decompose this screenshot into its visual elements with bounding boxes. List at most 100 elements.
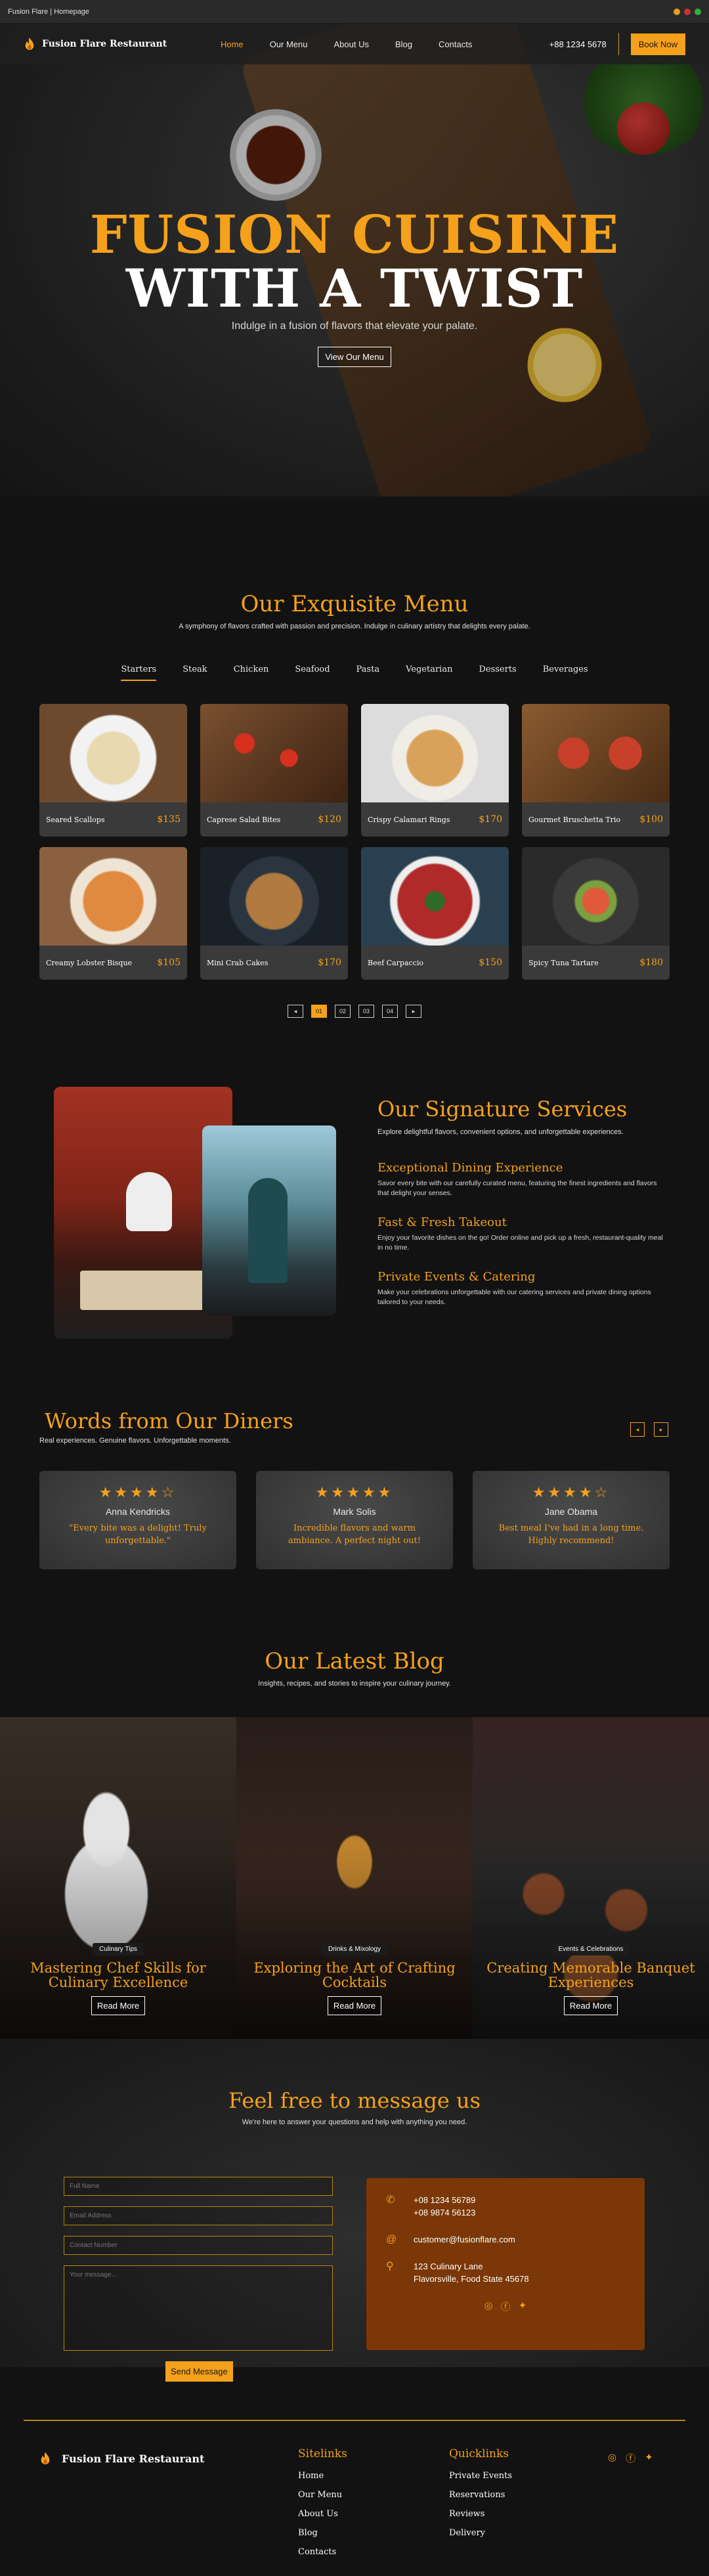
menu-section: Our Exquisite Menu A symphony of flavors…	[0, 591, 709, 1018]
brand[interactable]: Fusion Flare Restaurant	[24, 37, 207, 51]
footer-link-delivery[interactable]: Delivery	[449, 2528, 512, 2538]
email-icon: @	[386, 2234, 397, 2245]
full-name-input[interactable]: Full Name	[64, 2177, 333, 2196]
menu-card[interactable]: Crispy Calamari Rings $170	[361, 704, 509, 837]
pagination-page[interactable]: 04	[382, 1005, 398, 1018]
menu-item-price: $100	[639, 814, 663, 825]
location-pin-icon: ⚲	[386, 2261, 394, 2272]
blog-card[interactable]: Culinary Tips Mastering Chef Skills for …	[0, 1717, 236, 2039]
testimonial-arrows: ◂ ▸	[630, 1422, 668, 1437]
pagination-next-button[interactable]: ▸	[406, 1005, 421, 1018]
window-controls	[674, 8, 701, 15]
contact-phone-2[interactable]: +08 9874 56123	[414, 2206, 475, 2219]
close-button[interactable]	[684, 8, 691, 15]
tab-steak[interactable]: Steak	[183, 665, 207, 681]
tab-beverages[interactable]: Beverages	[543, 665, 588, 681]
menu-card[interactable]: Seared Scallops $135	[39, 704, 187, 837]
beef-carpaccio-image	[361, 847, 509, 946]
footer-link-private-events[interactable]: Private Events	[449, 2471, 512, 2481]
read-more-button[interactable]: Read More	[327, 1996, 382, 2015]
nav-link-about-us[interactable]: About Us	[334, 39, 369, 49]
footer-brand[interactable]: Fusion Flare Restaurant	[39, 2451, 204, 2466]
nav-link-our-menu[interactable]: Our Menu	[270, 39, 308, 49]
footer-link-blog[interactable]: Blog	[298, 2528, 347, 2538]
tab-vegetarian[interactable]: Vegetarian	[406, 665, 452, 681]
service-item: Private Events & Catering Make your cele…	[377, 1270, 666, 1307]
contact-email[interactable]: customer@fusionflare.com	[414, 2233, 515, 2246]
contact-phone-1[interactable]: +08 1234 56789	[414, 2194, 475, 2206]
menu-card[interactable]: Mini Crab Cakes $170	[200, 847, 348, 980]
nav-link-home[interactable]: Home	[221, 39, 244, 49]
tab-seafood[interactable]: Seafood	[295, 665, 330, 681]
nav-phone[interactable]: +88 1234 5678	[549, 39, 607, 49]
tuna-tartare-image	[522, 847, 670, 946]
blog-post-title[interactable]: Mastering Chef Skills for Culinary Excel…	[0, 1961, 236, 1990]
menu-card[interactable]: Beef Carpaccio $150	[361, 847, 509, 980]
book-now-button[interactable]: Book Now	[630, 33, 685, 55]
testimonial-prev-button[interactable]: ◂	[630, 1422, 645, 1437]
pagination-page[interactable]: 02	[335, 1005, 351, 1018]
menu-item-name: Creamy Lobster Bisque	[46, 958, 133, 967]
view-menu-button[interactable]: View Our Menu	[318, 347, 391, 367]
read-more-button[interactable]: Read More	[91, 1996, 146, 2015]
menu-card[interactable]: Spicy Tuna Tartare $180	[522, 847, 670, 980]
pagination-page[interactable]: 03	[358, 1005, 374, 1018]
footer-link-contacts[interactable]: Contacts	[298, 2547, 347, 2557]
message-textarea[interactable]: Your message...	[64, 2265, 333, 2351]
send-message-button[interactable]: Send Message	[165, 2361, 233, 2382]
pagination-prev-button[interactable]: ◂	[288, 1005, 303, 1018]
hero-section: FUSION CUISINE WITH A TWIST Indulge in a…	[0, 24, 709, 496]
menu-card[interactable]: Creamy Lobster Bisque $105	[39, 847, 187, 980]
rating-stars: ★★★★★	[315, 1484, 394, 1500]
waiter-serving-image	[202, 1125, 336, 1316]
twitter-icon[interactable]: ✦	[645, 2451, 653, 2465]
contact-info-box: ✆ +08 1234 56789 +08 9874 56123 @ custome…	[366, 2178, 645, 2350]
pagination-page[interactable]: 01	[311, 1005, 327, 1018]
tab-starters[interactable]: Starters	[121, 665, 157, 681]
tab-desserts[interactable]: Desserts	[479, 665, 516, 681]
footer-link-reviews[interactable]: Reviews	[449, 2509, 512, 2519]
menu-card[interactable]: Gourmet Bruschetta Trio $100	[522, 704, 670, 837]
window-title: Fusion Flare | Homepage	[8, 7, 89, 16]
services-subtitle: Explore delightful flavors, convenient o…	[377, 1128, 624, 1136]
footer-link-home[interactable]: Home	[298, 2471, 347, 2481]
quicklinks-heading: Quicklinks	[449, 2447, 509, 2460]
blog-title: Our Latest Blog	[265, 1648, 444, 1674]
blog-header: Our Latest Blog Insights, recipes, and s…	[0, 1648, 709, 1688]
testimonial-next-button[interactable]: ▸	[654, 1422, 668, 1437]
twitter-icon[interactable]: ✦	[519, 2300, 527, 2313]
footer-link-reservations[interactable]: Reservations	[449, 2490, 512, 2500]
service-title: Fast & Fresh Takeout	[377, 1215, 507, 1229]
blog-card[interactable]: Events & Celebrations Creating Memorable…	[473, 1717, 709, 2039]
facebook-icon[interactable]: ⓕ	[626, 2451, 635, 2465]
blog-post-title[interactable]: Exploring the Art of Crafting Cocktails	[236, 1961, 473, 1990]
nav-link-blog[interactable]: Blog	[395, 39, 412, 49]
facebook-icon[interactable]: ⓕ	[501, 2300, 511, 2313]
rating-stars: ★★★★☆	[98, 1484, 177, 1500]
blog-card[interactable]: Drinks & Mixology Exploring the Art of C…	[236, 1717, 473, 2039]
menu-item-price: $150	[479, 957, 502, 968]
menu-item-name: Beef Carpaccio	[368, 958, 423, 967]
services-title: Our Signature Services	[377, 1097, 628, 1122]
minimize-button[interactable]	[674, 8, 680, 15]
menu-card[interactable]: Caprese Salad Bites $120	[200, 704, 348, 837]
blog-posts: Culinary Tips Mastering Chef Skills for …	[0, 1717, 709, 2039]
service-item: Exceptional Dining Experience Savor ever…	[377, 1161, 666, 1198]
read-more-button[interactable]: Read More	[563, 1996, 618, 2015]
instagram-icon[interactable]: ◎	[608, 2451, 616, 2465]
menu-pagination: ◂ 01 02 03 04 ▸	[0, 1005, 709, 1018]
tab-pasta[interactable]: Pasta	[356, 665, 380, 681]
maximize-button[interactable]	[695, 8, 701, 15]
instagram-icon[interactable]: ◎	[484, 2300, 493, 2313]
footer-brand-name: Fusion Flare Restaurant	[62, 2452, 205, 2465]
footer-link-our-menu[interactable]: Our Menu	[298, 2490, 347, 2500]
blog-post-title[interactable]: Creating Memorable Banquet Experiences	[473, 1961, 709, 1990]
contact-subtitle: We're here to answer your questions and …	[242, 2118, 467, 2126]
nav-link-contacts[interactable]: Contacts	[439, 39, 472, 49]
contact-number-input[interactable]: Contact Number	[64, 2236, 333, 2255]
footer-link-about-us[interactable]: About Us	[298, 2509, 347, 2519]
testimonial-card: ★★★★☆ Anna Kendricks "Every bite was a d…	[39, 1471, 236, 1569]
email-input[interactable]: Email Address	[64, 2206, 333, 2225]
tab-chicken[interactable]: Chicken	[234, 665, 269, 681]
hero-title-line2: WITH A TWIST	[125, 257, 584, 319]
